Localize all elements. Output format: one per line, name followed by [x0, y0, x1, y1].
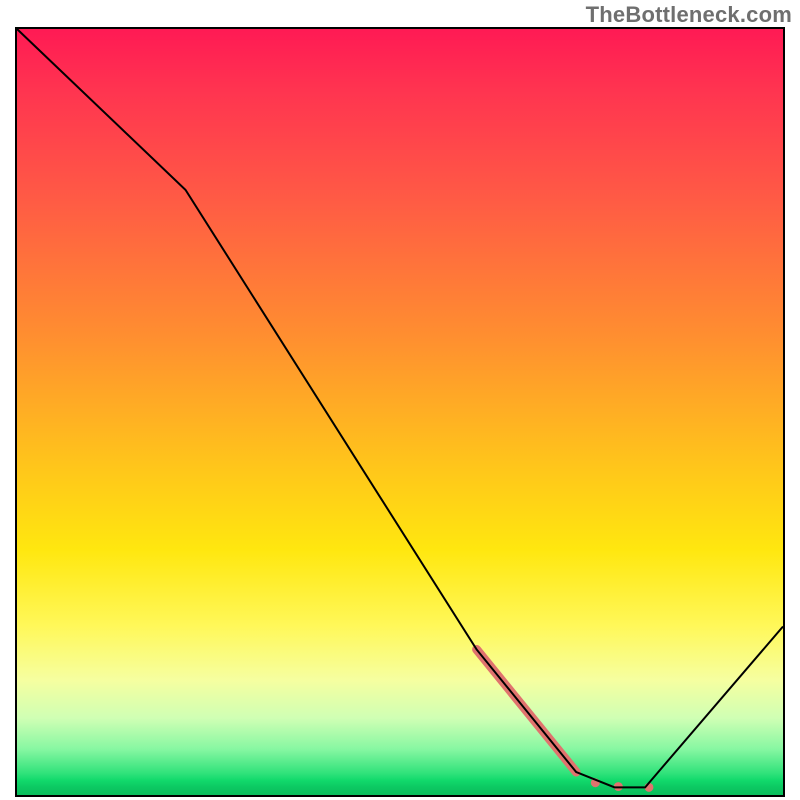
highlight-layer — [477, 649, 654, 791]
curve-line — [17, 29, 783, 787]
plot-frame — [15, 27, 785, 797]
chart-overlay-svg — [17, 29, 783, 795]
chart-stage: TheBottleneck.com — [0, 0, 800, 800]
watermark-text: TheBottleneck.com — [586, 2, 792, 28]
